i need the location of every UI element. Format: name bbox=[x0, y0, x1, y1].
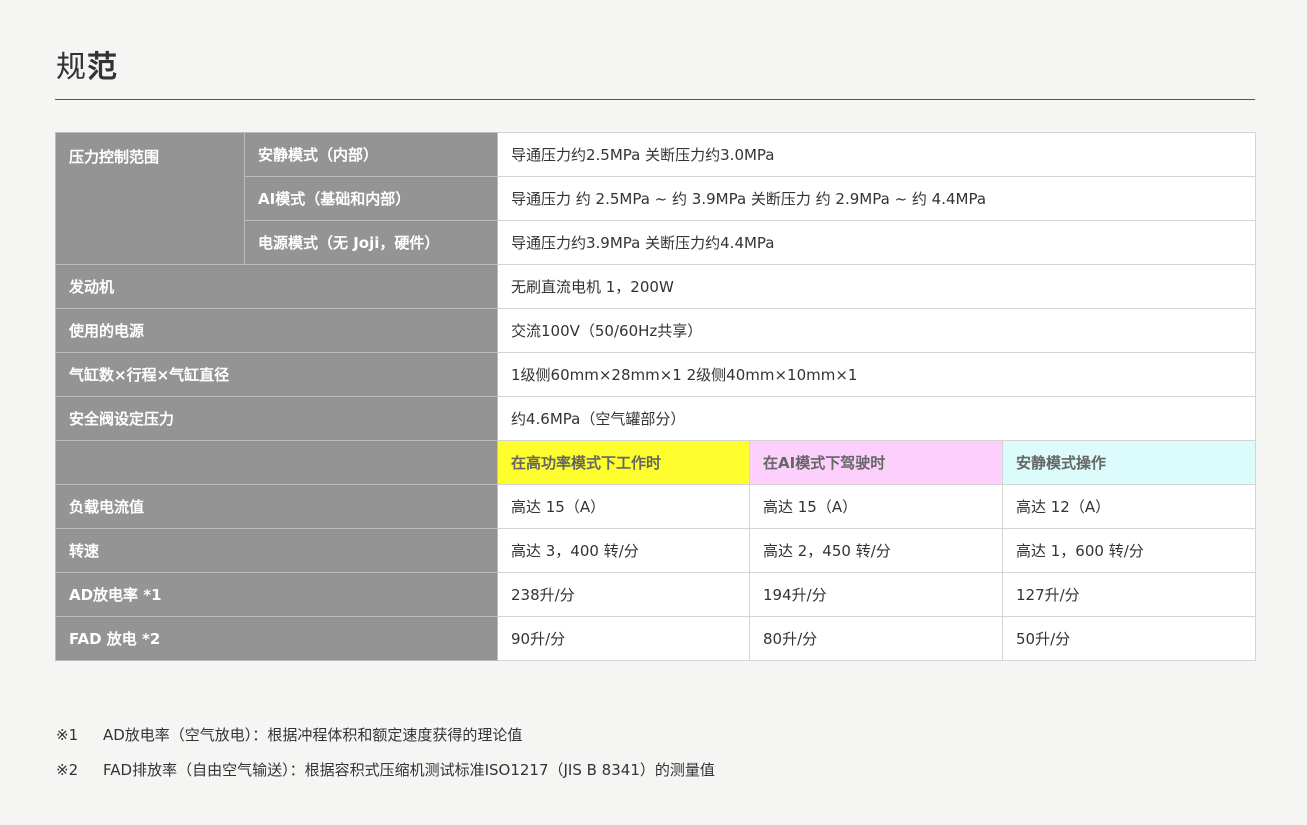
footnote-mark: ※1 bbox=[56, 725, 79, 744]
row-label-pressure-range: 压力控制范围 bbox=[55, 132, 245, 265]
table-row: 转速 高达 3，400 转/分 高达 2，450 转/分 高达 1，600 转/… bbox=[55, 528, 1257, 573]
row-label-fad-discharge: FAD 放电 *2 bbox=[55, 616, 498, 661]
value-speed-high-power: 高达 3，400 转/分 bbox=[497, 528, 750, 573]
value-cylinder: 1级侧60mm×28mm×1 2级侧40mm×10mm×1 bbox=[496, 352, 1257, 397]
table-row: FAD 放电 *2 90升/分 80升/分 50升/分 bbox=[55, 616, 1257, 661]
value-fad-ai: 80升/分 bbox=[749, 616, 1003, 661]
value-load-current-high-power: 高达 15（A） bbox=[497, 484, 750, 529]
mode-header-ai: 在AI模式下驾驶时 bbox=[749, 440, 1003, 485]
spec-table: 压力控制范围 安静模式（内部） 导通压力约2.5MPa 关断压力约3.0MPa … bbox=[55, 132, 1257, 661]
spec-page: 规范 压力控制范围 安静模式（内部） 导通压力约2.5MPa 关断压力约3.0M… bbox=[0, 0, 1307, 825]
footnote: ※1 AD放电率（空气放电）：根据冲程体积和额定速度获得的理论值 bbox=[56, 717, 715, 752]
value-load-current-quiet: 高达 12（A） bbox=[1001, 484, 1257, 529]
row-label-power-supply: 使用的电源 bbox=[55, 308, 498, 353]
value-power-mode: 导通压力约3.9MPa 关断压力约4.4MPa bbox=[496, 220, 1257, 265]
sub-label-quiet-mode: 安静模式（内部） bbox=[244, 132, 498, 177]
value-quiet-mode: 导通压力约2.5MPa 关断压力约3.0MPa bbox=[496, 132, 1257, 177]
footnote-mark: ※2 bbox=[56, 760, 79, 779]
row-label-speed: 转速 bbox=[55, 528, 498, 573]
value-load-current-ai: 高达 15（A） bbox=[749, 484, 1003, 529]
mode-header-high-power: 在高功率模式下工作时 bbox=[497, 440, 750, 485]
table-row: 安全阀设定压力 约4.6MPa（空气罐部分） bbox=[55, 396, 1257, 441]
table-row: 在高功率模式下工作时 在AI模式下驾驶时 安静模式操作 bbox=[55, 440, 1257, 485]
footnotes: ※1 AD放电率（空气放电）：根据冲程体积和额定速度获得的理论值 ※2 FAD排… bbox=[56, 717, 715, 787]
row-label-cylinder: 气缸数×行程×气缸直径 bbox=[55, 352, 498, 397]
title-divider bbox=[55, 99, 1255, 100]
mode-header-quiet: 安静模式操作 bbox=[1001, 440, 1257, 485]
table-row: 压力控制范围 安静模式（内部） 导通压力约2.5MPa 关断压力约3.0MPa bbox=[55, 132, 1257, 265]
row-label-ad-discharge: AD放电率 *1 bbox=[55, 572, 498, 617]
table-row: 使用的电源 交流100V（50/60Hz共享） bbox=[55, 308, 1257, 353]
page-title-part1: 规 bbox=[56, 50, 87, 85]
value-ad-quiet: 127升/分 bbox=[1001, 572, 1257, 617]
footnote-text: AD放电率（空气放电）：根据冲程体积和额定速度获得的理论值 bbox=[103, 726, 523, 744]
value-fad-quiet: 50升/分 bbox=[1001, 616, 1257, 661]
value-speed-quiet: 高达 1，600 转/分 bbox=[1001, 528, 1257, 573]
row-label-motor: 发动机 bbox=[55, 264, 498, 309]
footnote-text: FAD排放率（自由空气输送）：根据容积式压缩机测试标准ISO1217（JIS B… bbox=[103, 761, 715, 779]
row-label-safety-valve: 安全阀设定压力 bbox=[55, 396, 498, 441]
table-row: 发动机 无刷直流电机 1，200W bbox=[55, 264, 1257, 309]
value-power-supply: 交流100V（50/60Hz共享） bbox=[496, 308, 1257, 353]
value-fad-high-power: 90升/分 bbox=[497, 616, 750, 661]
table-row: 负载电流值 高达 15（A） 高达 15（A） 高达 12（A） bbox=[55, 484, 1257, 529]
mode-header-blank bbox=[55, 440, 498, 485]
sub-label-ai-mode: AI模式（基础和内部） bbox=[244, 176, 498, 221]
value-ad-ai: 194升/分 bbox=[749, 572, 1003, 617]
page-title: 规范 bbox=[56, 42, 118, 86]
value-ad-high-power: 238升/分 bbox=[497, 572, 750, 617]
value-ai-mode: 导通压力 约 2.5MPa ~ 约 3.9MPa 关断压力 约 2.9MPa ~… bbox=[496, 176, 1257, 221]
sub-label-power-mode: 电源模式（无 Joji，硬件） bbox=[244, 220, 498, 265]
value-safety-valve: 约4.6MPa（空气罐部分） bbox=[496, 396, 1257, 441]
table-row: 气缸数×行程×气缸直径 1级侧60mm×28mm×1 2级侧40mm×10mm×… bbox=[55, 352, 1257, 397]
value-motor: 无刷直流电机 1，200W bbox=[496, 264, 1257, 309]
row-label-load-current: 负载电流值 bbox=[55, 484, 498, 529]
page-title-part2: 范 bbox=[87, 50, 118, 85]
footnote: ※2 FAD排放率（自由空气输送）：根据容积式压缩机测试标准ISO1217（JI… bbox=[56, 752, 715, 787]
table-row: AD放电率 *1 238升/分 194升/分 127升/分 bbox=[55, 572, 1257, 617]
value-speed-ai: 高达 2，450 转/分 bbox=[749, 528, 1003, 573]
